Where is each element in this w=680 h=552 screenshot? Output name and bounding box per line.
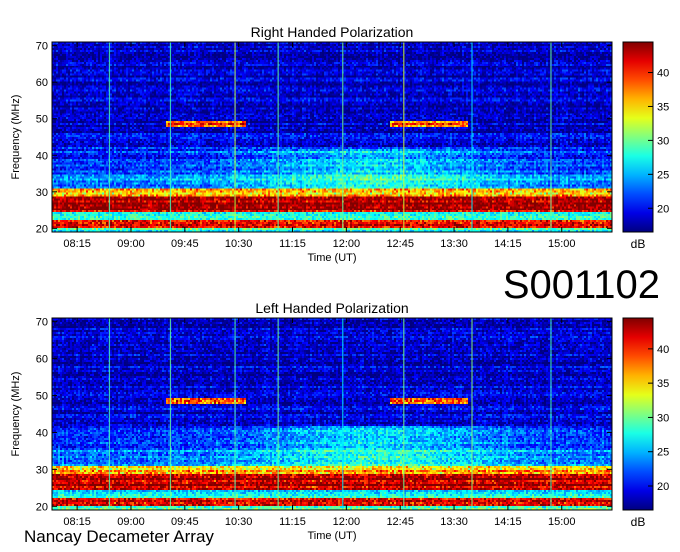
x-tick-label: 14:15 (494, 516, 522, 528)
y-tick-label: 50 (36, 391, 48, 403)
colorbar-tick-label: 35 (657, 101, 669, 113)
colorbar-unit-label: dB (631, 237, 646, 251)
colorbar-unit-label: dB (631, 515, 646, 529)
y-tick-label: 70 (36, 317, 48, 329)
y-tick-label: 40 (36, 150, 48, 162)
chart-title: Left Handed Polarization (255, 300, 408, 316)
observation-id: S001102 (502, 263, 660, 307)
y-tick-label: 30 (36, 464, 48, 476)
colorbar-tick-label: 30 (657, 135, 669, 147)
colorbar (622, 41, 654, 233)
colorbar-tick-label: 35 (657, 378, 669, 390)
x-tick-label: 08:15 (63, 238, 91, 250)
x-tick-label: 15:00 (548, 238, 576, 250)
spectrogram-image (52, 318, 612, 510)
colorbar-tick-label: 25 (657, 447, 669, 459)
x-tick-label: 12:45 (386, 516, 414, 528)
panel-left-polarization: Left Handed Polarization 20 30 40 50 60 70 Freq… (10, 300, 669, 542)
x-tick-label: 11:15 (279, 516, 306, 528)
y-tick-label: 20 (36, 223, 48, 235)
x-axis-label: Time (UT) (307, 252, 356, 264)
colorbar-tick-label: 20 (657, 203, 669, 215)
x-tick-label: 12:45 (386, 238, 414, 250)
panel-right-polarization: Right Handed Polarization 20 30 40 50 60 70 Fre… (10, 24, 669, 264)
colorbar (622, 317, 654, 511)
chart-title: Right Handed Polarization (251, 24, 414, 40)
y-tick-label: 50 (36, 114, 48, 126)
colorbar-tick-label: 20 (657, 481, 669, 493)
y-tick-label: 20 (36, 501, 48, 513)
x-tick-label: 14:15 (494, 238, 522, 250)
x-tick-label: 15:00 (548, 516, 576, 528)
x-tick-label: 09:45 (171, 238, 199, 250)
y-tick-label: 60 (36, 354, 48, 366)
x-tick-label: 09:00 (117, 238, 145, 250)
spectrogram-image (52, 42, 612, 232)
y-tick-label: 60 (36, 77, 48, 89)
y-axis-label: Frequency (MHz) (10, 95, 22, 180)
footer-label: Nancay Decameter Array (24, 527, 214, 546)
colorbar-tick-label: 30 (657, 412, 669, 424)
y-tick-label: 70 (36, 41, 48, 53)
x-tick-label: 12:00 (333, 238, 361, 250)
y-axis-label: Frequency (MHz) (10, 372, 22, 457)
x-axis-label: Time (UT) (307, 530, 356, 542)
y-tick-label: 30 (36, 187, 48, 199)
y-tick-label: 40 (36, 427, 48, 439)
colorbar-tick-label: 25 (657, 169, 669, 181)
x-tick-label: 13:30 (440, 238, 468, 250)
x-tick-label: 10:30 (225, 238, 253, 250)
x-tick-label: 10:30 (225, 516, 253, 528)
x-tick-label: 11:15 (279, 238, 306, 250)
colorbar-tick-label: 40 (657, 68, 669, 80)
x-tick-label: 13:30 (440, 516, 468, 528)
colorbar-tick-label: 40 (657, 344, 669, 356)
x-tick-label: 12:00 (333, 516, 361, 528)
